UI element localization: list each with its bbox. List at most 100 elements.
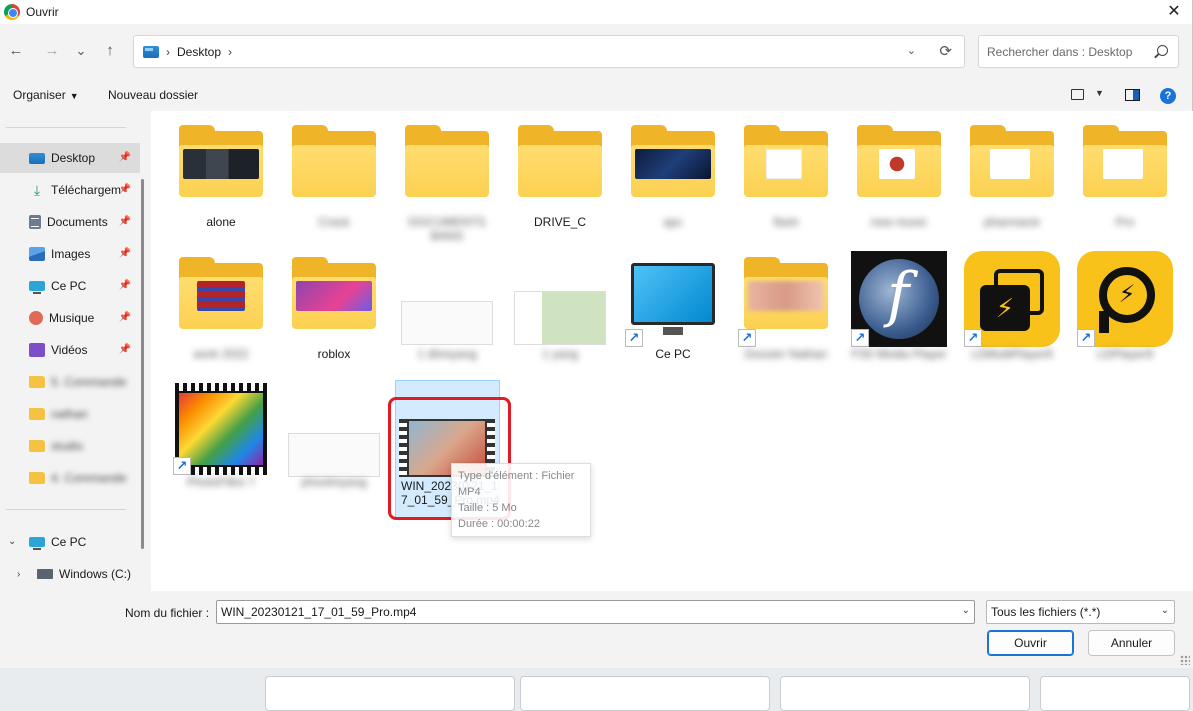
background-thumbnail	[1040, 676, 1190, 711]
search-icon[interactable]	[1157, 45, 1168, 56]
file-tile-folder[interactable]: new music	[849, 111, 949, 235]
sidebar-item-folder[interactable]: studio	[0, 431, 140, 461]
documents-icon	[29, 215, 41, 229]
back-button[interactable]: ←	[5, 40, 27, 62]
sidebar-item-downloads[interactable]: ⤓ Téléchargem 📌	[0, 175, 140, 205]
file-type-filter-select[interactable]: Tous les fichiers (*.*) ⌄	[986, 600, 1175, 624]
view-mode-icon[interactable]	[1071, 89, 1084, 100]
file-tile-image[interactable]: 1 yang	[510, 243, 610, 367]
file-tile-folder[interactable]: DRIVE_C	[510, 111, 610, 235]
navigation-divider	[6, 127, 126, 128]
filename-input[interactable]: WIN_20230121_17_01_59_Pro.mp4 ⌄	[216, 600, 975, 624]
file-tile-folder-shortcut[interactable]: ↗ Dossier Nathan	[736, 243, 836, 367]
tree-item-this-pc[interactable]: Ce PC	[0, 527, 140, 557]
file-tile-folder[interactable]: alone	[171, 111, 271, 235]
shortcut-arrow-icon: ↗	[625, 329, 643, 347]
up-button[interactable]: ↑	[99, 40, 121, 62]
tree-item-label: Ce PC	[51, 535, 87, 549]
file-name: LDPlayer9	[1096, 347, 1154, 361]
dialog-footer: Nom du fichier : WIN_20230121_17_01_59_P…	[0, 591, 1193, 668]
open-file-dialog: Ouvrir ✕ ← → ⌄ ↑ › Desktop › ⌄ ⟳ Organis…	[0, 0, 1193, 668]
chevron-down-icon[interactable]: ⌄	[1157, 605, 1169, 616]
sidebar-item-this-pc[interactable]: Ce PC 📌	[0, 271, 140, 301]
file-tile-folder[interactable]: pharmacie	[962, 111, 1062, 235]
breadcrumb-separator-icon[interactable]: ›	[166, 45, 170, 59]
file-tile-shortcut[interactable]: ⚡ ↗ LDMultiPlayer9	[962, 243, 1062, 367]
sidebar-item-desktop[interactable]: Desktop 📌	[0, 143, 140, 173]
folder-icon	[518, 125, 602, 197]
sidebar-item-folder[interactable]: 4. Commande	[0, 463, 140, 493]
sidebar-item-label: 5. Commande	[51, 375, 127, 389]
cancel-button[interactable]: Annuler	[1088, 630, 1175, 656]
resize-grip-icon[interactable]	[1180, 655, 1190, 665]
sidebar-item-folder[interactable]: nathan	[0, 399, 140, 429]
open-button[interactable]: Ouvrir	[987, 630, 1074, 656]
navigation-pane: Desktop 📌 ⤓ Téléchargem 📌 Documents 📌 Im…	[0, 111, 148, 591]
new-folder-button[interactable]: Nouveau dossier	[108, 88, 198, 102]
file-tile-folder[interactable]: apc	[623, 111, 723, 235]
refresh-button[interactable]: ⟳	[939, 42, 952, 60]
forward-button[interactable]: →	[41, 40, 63, 62]
file-name: work 2022	[193, 347, 249, 361]
file-tile-folder[interactable]: Pro	[1075, 111, 1175, 235]
file-tile-image[interactable]: 1 dhmyang	[397, 243, 497, 367]
file-tile-folder[interactable]: work 2022	[171, 243, 271, 367]
file-tile-folder[interactable]: Crack	[284, 111, 384, 235]
navigation-divider	[6, 509, 126, 510]
file-name: phoolmyang	[301, 475, 367, 489]
chevron-down-icon[interactable]: ⌄	[958, 605, 970, 616]
video-icon	[29, 343, 45, 357]
address-dropdown-icon[interactable]: ⌄	[907, 44, 916, 57]
tree-item-label: Windows (C:)	[59, 567, 132, 581]
file-tile-shortcut[interactable]: ⚡ ↗ LDPlayer9	[1075, 243, 1175, 367]
shortcut-arrow-icon: ↗	[173, 457, 191, 475]
sidebar-item-documents[interactable]: Documents 📌	[0, 207, 140, 237]
tree-item-windows-drive[interactable]: Windows (C:)	[0, 559, 140, 589]
file-name: apc	[663, 215, 683, 229]
breadcrumb-separator-icon[interactable]: ›	[228, 45, 232, 59]
breadcrumb-desktop[interactable]: Desktop	[177, 45, 221, 59]
address-bar[interactable]: › Desktop › ⌄ ⟳	[133, 35, 965, 68]
file-tile-shortcut[interactable]: ↗ PhotoFiltre 7	[171, 377, 271, 501]
preview-pane-icon[interactable]	[1125, 89, 1140, 101]
download-icon: ⤓	[33, 182, 41, 198]
sidebar-item-videos[interactable]: Vidéos 📌	[0, 335, 140, 365]
sidebar-item-label: Musique	[49, 311, 95, 325]
sidebar-item-folder[interactable]: 5. Commande	[0, 367, 140, 397]
file-name: DRIVE_C	[533, 215, 586, 229]
folder-icon	[179, 125, 263, 197]
file-name: DOCUMENTS BANS	[408, 215, 486, 243]
file-tile-image[interactable]: phoolmyang	[284, 377, 384, 501]
file-name: pharmacie	[983, 215, 1041, 229]
screenshot-thumbnail-icon	[401, 301, 493, 345]
file-name: LDMultiPlayer9	[971, 347, 1053, 361]
sidebar-item-images[interactable]: Images 📌	[0, 239, 140, 269]
filename-value: WIN_20230121_17_01_59_Pro.mp4	[221, 605, 417, 619]
folder-icon	[970, 125, 1054, 197]
close-button[interactable]: ✕	[1164, 2, 1184, 22]
search-box[interactable]	[978, 35, 1179, 68]
filename-label: Nom du fichier :	[125, 606, 210, 620]
view-mode-caret-icon[interactable]: ▼	[1095, 88, 1104, 98]
shortcut-arrow-icon: ↗	[851, 329, 869, 347]
file-tile-folder[interactable]: roblox	[284, 243, 384, 367]
sidebar-item-music[interactable]: Musique 📌	[0, 303, 140, 333]
search-input[interactable]	[979, 36, 1149, 67]
organize-menu-button[interactable]: Organiser ▼	[13, 88, 79, 102]
help-icon[interactable]: ?	[1160, 88, 1176, 104]
folder-icon	[405, 125, 489, 197]
file-name: alone	[206, 215, 236, 229]
background-thumbnail	[520, 676, 770, 711]
shortcut-arrow-icon: ↗	[738, 329, 756, 347]
navigation-scrollbar[interactable]	[141, 179, 144, 549]
file-tile-folder[interactable]: DOCUMENTS BANS	[397, 111, 497, 243]
file-name: 1 yang	[541, 347, 579, 361]
pin-icon: 📌	[118, 312, 131, 323]
file-name: Dossier Nathan	[744, 347, 828, 361]
file-tile-shortcut[interactable]: f ↗ FS5 Media Player	[849, 243, 949, 367]
file-tile-folder[interactable]: flash	[736, 111, 836, 235]
recent-locations-button[interactable]: ⌄	[70, 40, 92, 62]
file-tile-shortcut[interactable]: ↗ Ce PC	[623, 243, 723, 367]
folder-icon	[292, 125, 376, 197]
file-name: Pro	[1115, 215, 1135, 229]
